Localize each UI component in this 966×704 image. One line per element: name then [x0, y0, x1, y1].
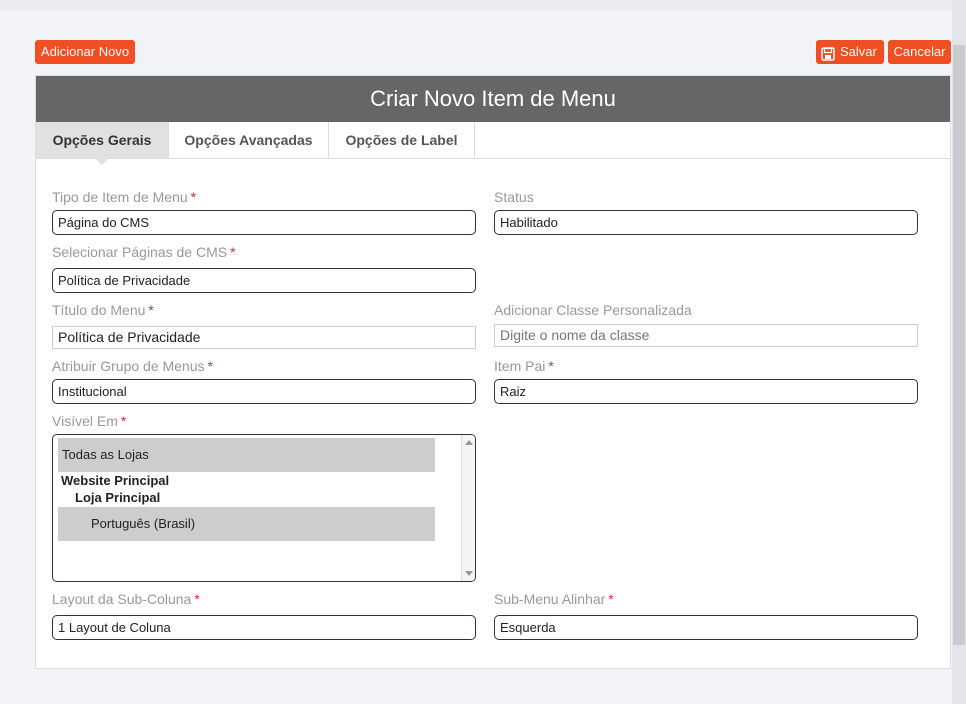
tab-bar: Opções Gerais Opções Avançadas Opções de…	[36, 122, 950, 165]
sub-column-layout-label: Layout da Sub-Coluna *	[52, 591, 200, 607]
cms-pages-label: Selecionar Páginas de CMS *	[52, 244, 236, 260]
menu-group-label: Atribuir Grupo de Menus *	[52, 358, 213, 374]
parent-item-label: Item Pai *	[494, 358, 554, 374]
optgroup-website: Website Principal	[61, 473, 170, 488]
cms-pages-select[interactable]: Política de Privacidade	[52, 268, 476, 293]
tab-label-options[interactable]: Opções de Label	[329, 122, 475, 158]
visible-in-multiselect[interactable]: Todas as Lojas Website Principal Loja Pr…	[52, 434, 476, 582]
menu-item-form-panel: Criar Novo Item de Menu Opções Gerais Op…	[35, 75, 951, 669]
floppy-disk-icon	[821, 45, 835, 61]
sub-column-layout-select[interactable]: 1 Layout de Coluna	[52, 615, 476, 640]
cancel-button[interactable]: Cancelar	[888, 40, 951, 64]
tab-general-options[interactable]: Opções Gerais	[36, 122, 169, 165]
status-label: Status	[494, 189, 534, 205]
save-button-label: Salvar	[840, 44, 877, 59]
menu-title-label: Título do Menu *	[52, 302, 154, 318]
submenu-align-label: Sub-Menu Alinhar *	[494, 591, 614, 607]
menu-type-select[interactable]: Página do CMS	[52, 210, 476, 235]
top-bar	[0, 0, 952, 10]
scroll-down-arrow-icon[interactable]	[465, 571, 473, 576]
parent-item-select[interactable]: Raiz	[494, 379, 918, 404]
add-new-button[interactable]: Adicionar Novo	[35, 40, 135, 64]
custom-class-input[interactable]: Digite o nome da classe	[494, 324, 918, 347]
custom-class-label: Adicionar Classe Personalizada	[494, 302, 692, 318]
status-select[interactable]: Habilitado	[494, 210, 918, 235]
visible-in-label: Visível Em *	[52, 413, 127, 429]
menu-type-label: Tipo de Item de Menu *	[52, 189, 197, 205]
save-button[interactable]: Salvar	[816, 40, 884, 64]
panel-title: Criar Novo Item de Menu	[36, 76, 950, 122]
submenu-align-select[interactable]: Esquerda	[494, 615, 918, 640]
multiselect-scrollbar[interactable]	[461, 435, 475, 581]
menu-title-input[interactable]: Política de Privacidade	[52, 326, 476, 349]
option-store-view[interactable]: Português (Brasil)	[58, 507, 435, 541]
option-all-stores[interactable]: Todas as Lojas	[58, 438, 435, 472]
page-scrollbar-thumb[interactable]	[953, 45, 965, 645]
tab-advanced-options[interactable]: Opções Avançadas	[169, 122, 329, 158]
optgroup-store: Loja Principal	[75, 490, 161, 505]
scroll-up-arrow-icon[interactable]	[465, 440, 473, 445]
menu-group-select[interactable]: Institucional	[52, 379, 476, 404]
